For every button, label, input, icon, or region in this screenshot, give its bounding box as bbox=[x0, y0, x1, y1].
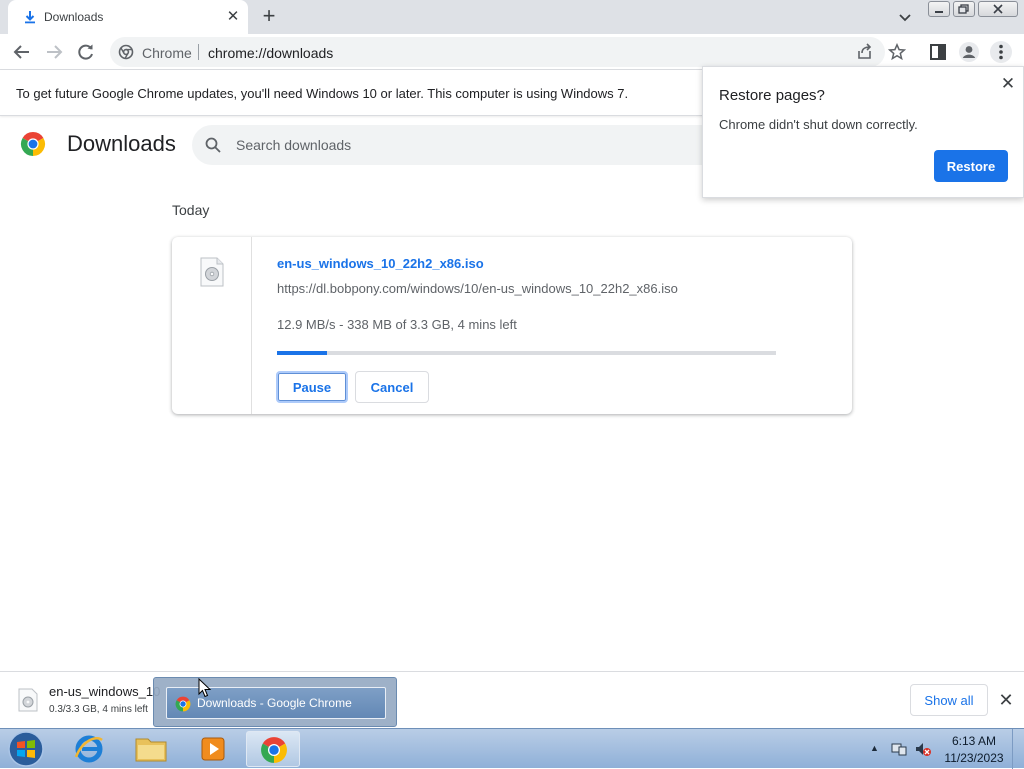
tab-downloads[interactable]: Downloads ✕ bbox=[8, 0, 248, 34]
page-title: Downloads bbox=[67, 131, 176, 156]
media-player-icon[interactable] bbox=[186, 731, 240, 767]
shelf-close-icon[interactable]: ✕ bbox=[996, 690, 1016, 710]
chrome-icon bbox=[261, 737, 287, 763]
file-disc-icon[interactable] bbox=[18, 688, 38, 712]
file-icon-column bbox=[172, 237, 252, 414]
reload-icon[interactable] bbox=[75, 41, 97, 63]
taskbar-preview-tooltip[interactable]: Downloads - Google Chrome bbox=[153, 677, 397, 727]
chip-divider bbox=[198, 44, 199, 60]
tab-close-icon[interactable]: ✕ bbox=[224, 8, 242, 26]
network-icon[interactable] bbox=[890, 741, 908, 757]
share-icon[interactable] bbox=[856, 43, 874, 61]
taskbar-chrome-button[interactable] bbox=[246, 731, 300, 767]
date-section-heading: Today bbox=[172, 202, 210, 218]
forward-icon[interactable] bbox=[43, 41, 65, 63]
download-source-url[interactable]: https://dl.bobpony.com/windows/10/en-us_… bbox=[277, 281, 678, 296]
toolbar: Chrome chrome://downloads bbox=[0, 34, 1024, 70]
shelf-item-status: 0.3/3.3 GB, 4 mins left bbox=[49, 704, 148, 715]
tray-expand-icon[interactable]: ▲ bbox=[870, 743, 879, 753]
clock-date[interactable]: 11/23/2023 bbox=[940, 751, 1008, 765]
star-icon[interactable] bbox=[888, 43, 906, 61]
side-panel-icon[interactable] bbox=[927, 41, 949, 63]
search-input[interactable] bbox=[236, 134, 696, 156]
window-close-button[interactable] bbox=[978, 1, 1018, 17]
volume-muted-icon[interactable] bbox=[914, 741, 932, 757]
restore-title: Restore pages? bbox=[719, 87, 825, 104]
file-disc-icon bbox=[200, 257, 224, 287]
chrome-icon bbox=[175, 696, 191, 712]
shelf-item-filename[interactable]: en-us_windows_10 bbox=[49, 684, 160, 699]
restore-button[interactable]: Restore bbox=[934, 150, 1008, 182]
download-status: 12.9 MB/s - 338 MB of 3.3 GB, 4 mins lef… bbox=[277, 317, 517, 332]
search-icon bbox=[205, 137, 221, 153]
windows-taskbar: ▲ 6:13 AM 11/23/2023 bbox=[0, 728, 1024, 769]
back-icon[interactable] bbox=[11, 41, 33, 63]
clock-time[interactable]: 6:13 AM bbox=[944, 734, 1004, 748]
download-progress-bar bbox=[277, 351, 776, 355]
show-desktop-button[interactable] bbox=[1012, 729, 1024, 769]
profile-icon[interactable] bbox=[958, 41, 980, 63]
folder-icon[interactable] bbox=[124, 731, 178, 767]
address-bar[interactable]: Chrome chrome://downloads bbox=[110, 37, 906, 67]
restore-close-icon[interactable]: ✕ bbox=[999, 75, 1017, 93]
download-icon bbox=[25, 11, 35, 24]
chrome-logo-icon bbox=[20, 131, 46, 156]
menu-icon[interactable] bbox=[990, 41, 1012, 63]
site-chip-label: Chrome bbox=[142, 45, 192, 61]
search-box[interactable] bbox=[192, 125, 712, 165]
infobar-message: To get future Google Chrome updates, you… bbox=[16, 86, 629, 101]
pause-button[interactable]: Pause bbox=[276, 371, 348, 403]
taskbar-preview-title: Downloads - Google Chrome bbox=[197, 696, 352, 710]
download-progress-fill bbox=[277, 351, 327, 355]
window-minimize-button[interactable] bbox=[928, 1, 950, 17]
windows-start-icon[interactable] bbox=[6, 730, 46, 768]
url-text[interactable]: chrome://downloads bbox=[208, 45, 333, 61]
internet-explorer-icon[interactable] bbox=[62, 731, 116, 767]
window-restore-button[interactable] bbox=[953, 1, 975, 17]
tab-title: Downloads bbox=[44, 10, 104, 24]
show-all-button[interactable]: Show all bbox=[910, 684, 988, 716]
restore-pages-bubble: Restore pages? ✕ Chrome didn't shut down… bbox=[702, 66, 1024, 198]
chrome-site-icon bbox=[118, 44, 134, 60]
restore-message: Chrome didn't shut down correctly. bbox=[719, 117, 918, 132]
tab-search-icon[interactable] bbox=[896, 8, 914, 26]
mouse-cursor-icon bbox=[198, 678, 212, 698]
cancel-button[interactable]: Cancel bbox=[355, 371, 429, 403]
download-item-card: en-us_windows_10_22h2_x86.iso https://dl… bbox=[172, 237, 852, 414]
new-tab-button[interactable]: + bbox=[258, 5, 280, 28]
tab-strip: Downloads ✕ + bbox=[0, 0, 1024, 34]
download-filename-link[interactable]: en-us_windows_10_22h2_x86.iso bbox=[277, 256, 484, 271]
